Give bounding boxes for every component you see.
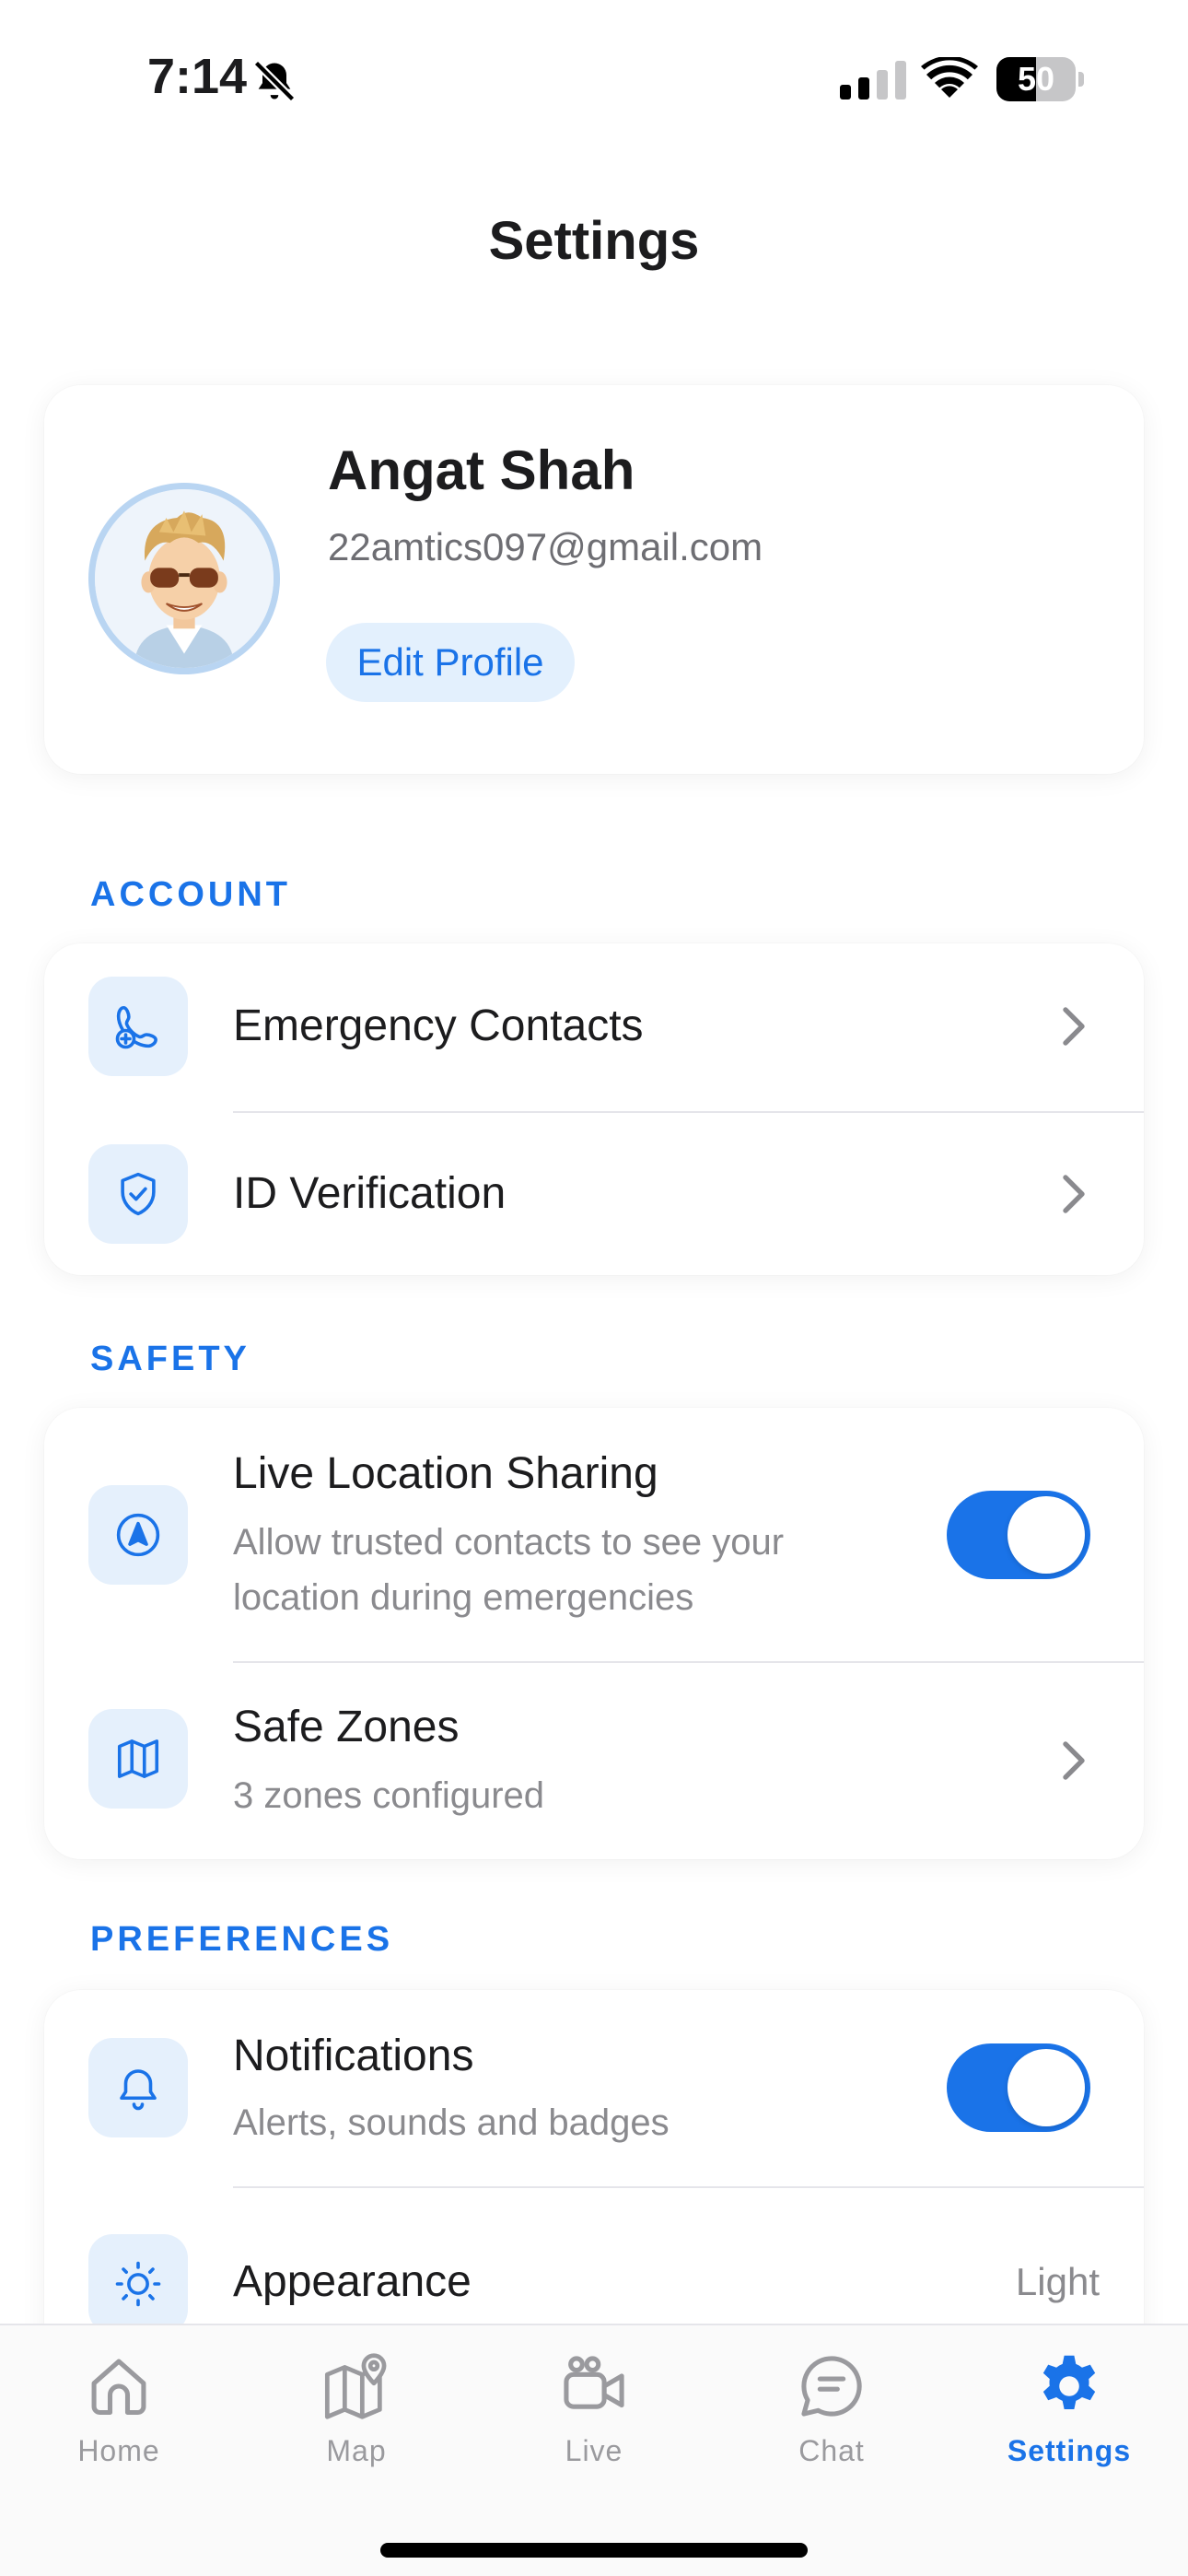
settings-row-live-location-sharing: Live Location Sharing Allow trusted cont… (44, 1408, 1144, 1662)
battery-percent: 50 (1017, 60, 1055, 98)
chevron-right-icon (1063, 1175, 1085, 1213)
toggle-knob (1007, 1496, 1085, 1574)
section-label-preferences: PREFERENCES (90, 1920, 394, 1959)
tab-label: Live (565, 2434, 623, 2467)
edit-profile-button[interactable]: Edit Profile (326, 623, 575, 702)
profile-email: 22amtics097@gmail.com (328, 525, 763, 568)
chat-icon (801, 2356, 862, 2417)
cellular-signal-icon (840, 61, 906, 100)
live-location-toggle[interactable] (947, 1491, 1090, 1579)
avatar[interactable] (88, 483, 280, 674)
row-subtitle: 3 zones configured (233, 1775, 545, 1816)
tab-chat[interactable]: Chat (713, 2351, 950, 2499)
sun-icon (115, 2261, 161, 2307)
tab-label: Map (326, 2434, 387, 2467)
row-title: Appearance (233, 2257, 472, 2306)
map-icon (117, 1739, 159, 1778)
phone-plus-icon-tile (88, 977, 188, 1076)
bell-icon (120, 2069, 157, 2111)
navigation-icon (116, 1513, 160, 1557)
tab-live[interactable]: Live (475, 2351, 713, 2499)
row-title: Notifications (233, 2032, 474, 2080)
video-icon (564, 2356, 624, 2409)
chevron-right-icon (1063, 1741, 1085, 1780)
profile-card: Angat Shah 22amtics097@gmail.com Edit Pr… (44, 385, 1144, 774)
tab-label: Chat (798, 2434, 865, 2467)
tab-label: Settings (1007, 2434, 1132, 2467)
toggle-knob (1007, 2049, 1085, 2126)
page-title: Settings (488, 211, 700, 271)
home-indicator[interactable] (380, 2543, 808, 2558)
tab-home[interactable]: Home (0, 2351, 238, 2499)
row-subtitle: Alerts, sounds and badges (233, 2102, 670, 2143)
wifi-icon (921, 57, 978, 98)
map-pin-icon (324, 2353, 387, 2419)
sun-icon-tile (88, 2234, 188, 2334)
settings-row-notifications: Notifications Alerts, sounds and badges (44, 1990, 1144, 2187)
map-icon-tile (88, 1709, 188, 1809)
shield-check-icon (121, 1172, 156, 1216)
status-bar: 7:14 50 (0, 0, 1188, 157)
chevron-right-icon (1063, 1007, 1085, 1046)
shield-check-icon-tile (88, 1144, 188, 1244)
status-time: 7:14 (147, 49, 248, 104)
row-title: Emergency Contacts (233, 1001, 644, 1050)
tab-settings[interactable]: Settings (950, 2351, 1188, 2499)
row-subtitle-line2: location during emergencies (233, 1577, 694, 1618)
row-title: Live Location Sharing (233, 1449, 658, 1498)
battery-indicator: 50 (996, 57, 1084, 101)
home-icon (91, 2359, 146, 2416)
profile-name: Angat Shah (328, 439, 635, 501)
settings-row-id-verification[interactable]: ID Verification (44, 1113, 1144, 1275)
tab-label: Home (77, 2434, 160, 2467)
settings-row-emergency-contacts[interactable]: Emergency Contacts (44, 943, 1144, 1109)
section-label-account: ACCOUNT (90, 875, 291, 914)
appearance-value: Light (1015, 2260, 1100, 2303)
notifications-toggle[interactable] (947, 2043, 1090, 2132)
phone-plus-icon (115, 1005, 157, 1049)
account-card: Emergency Contacts ID Verification (44, 943, 1144, 1275)
navigation-icon-tile (88, 1485, 188, 1585)
safety-card: Live Location Sharing Allow trusted cont… (44, 1408, 1144, 1859)
row-subtitle-line1: Allow trusted contacts to see your (233, 1522, 785, 1563)
gear-icon (1042, 2355, 1096, 2410)
row-title: Safe Zones (233, 1703, 460, 1751)
tab-map[interactable]: Map (238, 2351, 475, 2499)
preferences-card: Notifications Alerts, sounds and badges … (44, 1990, 1144, 2377)
section-label-safety: SAFETY (90, 1340, 250, 1378)
settings-row-safe-zones[interactable]: Safe Zones 3 zones configured (44, 1663, 1144, 1859)
row-title: ID Verification (233, 1169, 507, 1218)
bell-icon-tile (88, 2038, 188, 2137)
tab-bar: Home Map Live Chat Settings (0, 2324, 1188, 2576)
bell-off-icon (253, 60, 296, 102)
memoji-avatar-icon (95, 489, 274, 668)
